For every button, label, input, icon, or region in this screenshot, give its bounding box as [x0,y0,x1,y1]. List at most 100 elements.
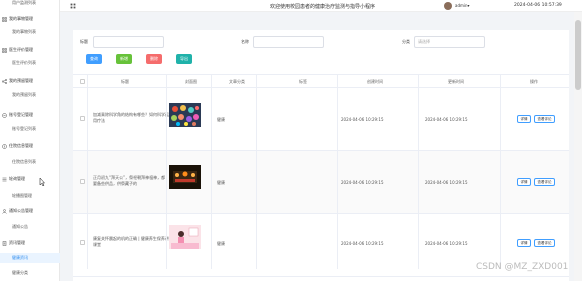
user-dropdown[interactable]: admin▾ [455,3,470,8]
sidebar-item-label: 我的预留管理 [9,78,33,83]
select-all-checkbox[interactable] [80,79,85,84]
sidebar-item-carousel[interactable]: 轮询管理 [0,174,60,184]
row-title: 康复关怀晨起的机的正确 | 健康养生保养讲课堂 [93,236,169,247]
sidebar-item-label: 住院信息列表 [12,159,36,164]
column-header: 标题 [121,79,129,84]
sidebar-item-hospital-info[interactable]: 住院信息管理 [0,141,60,151]
column-divider [87,74,88,269]
column-divider [418,74,419,269]
sidebar: 用户监测列表 我的事物管理 我的事物列表 医生评价管理 医生评价列表 我的预留管… [0,0,60,281]
scrollbar-thumb[interactable] [575,20,581,90]
share-icon [2,78,7,84]
cover-image [169,225,201,249]
doc-icon [2,240,7,246]
row-created: 2024-04-06 10:29:15 [341,180,384,185]
sidebar-item-my-affairs[interactable]: 我的事物管理 [0,14,60,24]
add-button[interactable]: 新增 [116,54,132,64]
sidebar-item-notice-list[interactable]: 通知公告 [0,222,60,232]
detail-button[interactable]: 详情 [517,239,531,247]
detail-button[interactable]: 详情 [517,115,531,123]
view-comments-button[interactable]: 查看评论 [534,115,555,123]
query-button[interactable]: 查询 [86,54,102,64]
column-header: 操作 [530,79,538,84]
name-search-input[interactable] [253,36,324,48]
sidebar-item-health-category[interactable]: 健康分类 [0,268,60,278]
avatar[interactable] [444,2,452,10]
grid-icon [2,16,7,22]
sidebar-item-label: 健康资讯 [12,255,28,260]
sidebar-item-hospital-info-list[interactable]: 住院信息列表 [0,157,60,167]
category-select-placeholder: 请选择 [418,39,430,44]
username: admin [455,3,468,8]
row-title: 正月初九“拜天公”，祭祀朝拜神祖神，都要备些供品，供祭藏子的 [93,175,166,186]
view-comments-button[interactable]: 查看评论 [534,178,555,186]
column-divider [337,74,338,269]
column-header: 文章分类 [229,79,245,84]
table-row: 加减乘除科学角的结构有哪些？如何科学运用疗法 健康 2024-04-06 10:… [73,88,569,151]
name-search-label: 名称 [241,39,249,44]
sidebar-item-label: 医生评价管理 [9,47,33,52]
row-category: 健康 [217,241,225,246]
sidebar-item-label: 资讯管理 [9,240,25,245]
sidebar-item-label: 通知公告管理 [9,208,33,213]
row-updated: 2024-04-06 10:29:15 [425,180,468,185]
row-title: 加减乘除科学角的结构有哪些？如何科学运用疗法 [93,112,169,123]
sidebar-item-account-register[interactable]: 账号登记管理 [0,110,60,120]
column-header: 封面图 [185,79,197,84]
sidebar-item-label: 账号登记管理 [9,112,33,117]
sidebar-item-my-affairs-list[interactable]: 我的事物列表 [0,27,60,37]
sidebar-item-user-monitor-list[interactable]: 用户监测列表 [0,0,60,8]
sidebar-item-carousel-manage[interactable]: 轮播图管理 [0,191,60,201]
cover-image [169,103,201,127]
menu-toggle-icon[interactable] [70,3,76,9]
sidebar-item-label: 账号登记列表 [12,126,36,131]
sidebar-item-account-register-list[interactable]: 账号登记列表 [0,124,60,134]
column-divider [211,74,212,269]
sidebar-item-my-reservation[interactable]: 我的预留管理 [0,76,60,86]
top-header: 欢迎使用校园患者的健康治疗监测与指导小程序 admin▾ 2024-04-06 … [60,0,582,12]
sidebar-item-label: 我的预留列表 [12,92,36,97]
column-header: 更新时间 [448,79,464,84]
site-title: 欢迎使用校园患者的健康治疗监测与指导小程序 [270,4,376,10]
sidebar-item-label: 住院信息管理 [9,143,33,148]
watermark: CSDN @MZ_ZXD001 [476,262,569,272]
row-checkbox[interactable] [80,116,85,121]
sidebar-item-label: 医生评价列表 [12,60,36,65]
export-button[interactable]: 导出 [176,54,192,64]
mouse-cursor-icon [39,177,46,187]
table-header: 标题 封面图 文章分类 标签 创建时间 更新时间 操作 [73,74,569,88]
sidebar-item-label: 轮播图管理 [12,193,32,198]
circle-icon [2,143,7,149]
category-select-label: 分类 [402,39,410,44]
row-category: 健康 [217,180,225,185]
category-select[interactable]: 请选择 [414,36,485,48]
sidebar-item-label: 健康分类 [12,270,28,275]
sidebar-item-health-news[interactable]: 健康资讯 [0,253,60,263]
sidebar-item-my-reservation-list[interactable]: 我的预留列表 [0,90,60,100]
sidebar-item-notice[interactable]: 通知公告管理 [0,206,60,216]
row-checkbox[interactable] [80,179,85,184]
grid-icon [2,47,7,53]
sidebar-item-news[interactable]: 资讯管理 [0,238,60,248]
sidebar-item-label: 通知公告 [12,224,28,229]
row-category: 健康 [217,117,225,122]
column-divider [256,74,257,269]
sidebar-item-doctor-review-list[interactable]: 医生评价列表 [0,58,60,68]
sidebar-item-label: 轮询管理 [9,176,25,181]
detail-button[interactable]: 详情 [517,178,531,186]
column-divider [166,74,167,269]
row-checkbox[interactable] [80,240,85,245]
column-header: 标签 [299,79,307,84]
circle-icon [2,112,7,118]
chevron-down-icon: ▾ [467,3,470,8]
sidebar-item-doctor-review[interactable]: 医生评价管理 [0,45,60,55]
title-search-input[interactable] [93,36,164,48]
cover-image [169,165,201,189]
view-comments-button[interactable]: 查看评论 [534,239,555,247]
sidebar-item-label: 我的事物管理 [9,16,33,21]
sidebar-item-label: 我的事物列表 [12,29,36,34]
row-created: 2024-04-06 10:29:15 [341,241,384,246]
delete-button[interactable]: 删除 [146,54,162,64]
row-updated: 2024-04-06 10:29:15 [425,117,468,122]
column-header: 创建时间 [367,79,383,84]
